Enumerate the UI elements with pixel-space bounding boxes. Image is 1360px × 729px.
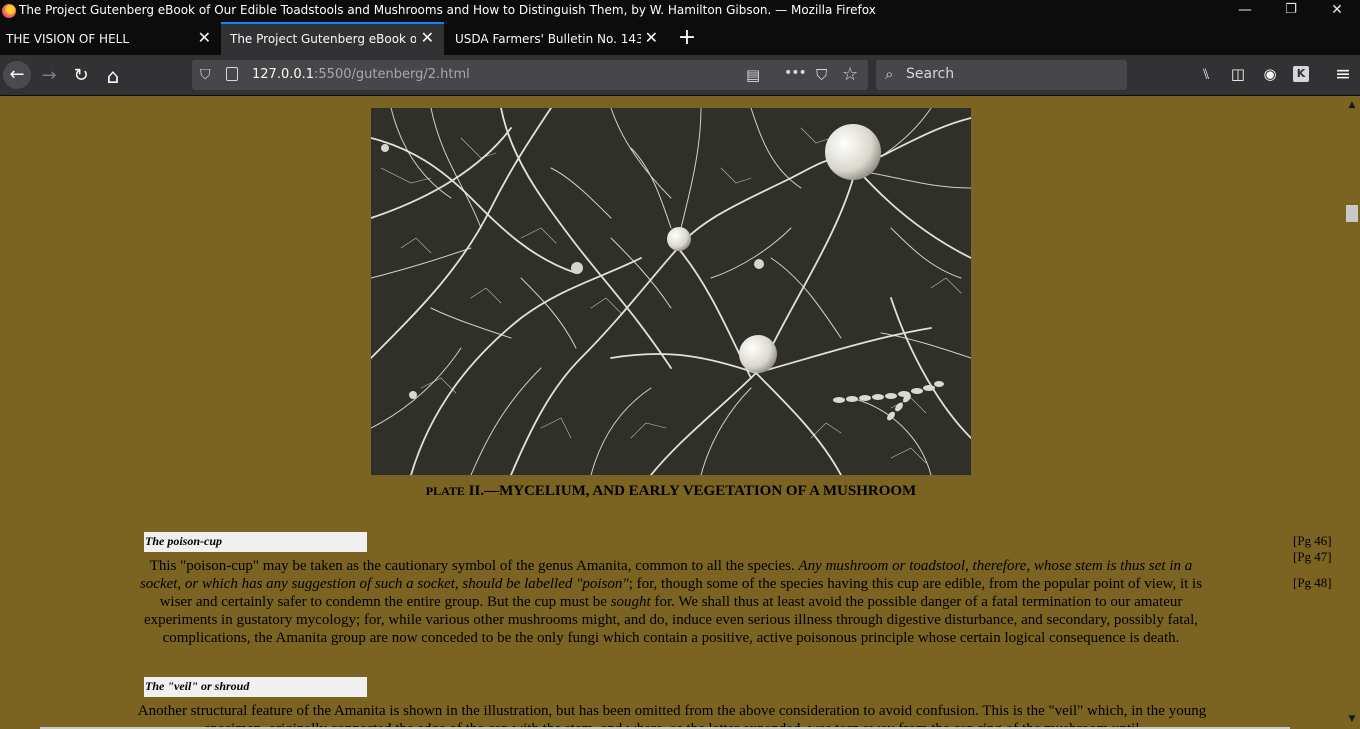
tab-label: USDA Farmers' Bulletin No. 1438: M: [455, 32, 641, 46]
pocket-icon[interactable]: ⛉: [816, 66, 827, 84]
url-bar[interactable]: ⛉ 127.0.0.1:5500/gutenberg/2.html ▤ ••• …: [192, 60, 868, 90]
page-actions-icon[interactable]: •••: [784, 65, 807, 81]
window-title: The Project Gutenberg eBook of Our Edibl…: [19, 3, 876, 17]
url-path: :5500/gutenberg/2.html: [314, 67, 470, 82]
sidenote-poison-cup: The poison-cup: [144, 532, 367, 552]
mushroom-button-large: [825, 124, 881, 180]
page-content: Plate II.—MYCELIUM, AND EARLY VEGETATION…: [0, 97, 1344, 729]
page-info-icon[interactable]: [226, 67, 238, 81]
home-button[interactable]: ⌂: [100, 63, 126, 89]
bookmark-star-icon[interactable]: ☆: [842, 64, 858, 85]
mushroom-button-medium: [739, 335, 777, 373]
firefox-logo-icon: [2, 4, 16, 18]
account-icon[interactable]: ◉: [1259, 65, 1281, 83]
tab-vision-of-hell[interactable]: THE VISION OF HELL ✕: [0, 22, 221, 55]
tab-gutenberg-mushrooms[interactable]: The Project Gutenberg eBook of Ou ✕: [221, 22, 444, 55]
tab-label: THE VISION OF HELL: [6, 32, 130, 46]
page-number-47[interactable]: [Pg 47]: [1293, 549, 1332, 565]
vertical-scrollbar[interactable]: ▲ ▼: [1344, 97, 1360, 729]
navigation-toolbar: ← → ↻ ⌂ ⛉ 127.0.0.1:5500/gutenberg/2.htm…: [0, 55, 1360, 96]
search-input[interactable]: [906, 66, 1116, 82]
sidenote-veil: The "veil" or shroud: [144, 677, 367, 697]
back-button[interactable]: ←: [3, 61, 31, 89]
para1-text-a: This "poison-cup" may be taken as the ca…: [149, 558, 799, 574]
search-bar[interactable]: ⌕: [876, 60, 1127, 90]
reader-view-icon[interactable]: ▤: [746, 66, 760, 84]
window-titlebar: The Project Gutenberg eBook of Our Edibl…: [0, 0, 1360, 22]
new-tab-button[interactable]: +: [673, 22, 701, 55]
sidebar-icon[interactable]: ◫: [1227, 65, 1249, 83]
page-number-46[interactable]: [Pg 46]: [1293, 533, 1332, 549]
restore-button[interactable]: ❐: [1268, 0, 1314, 22]
url-host: 127.0.0.1: [252, 67, 315, 82]
caption-smallcaps: Plate: [425, 484, 465, 498]
search-icon: ⌕: [885, 65, 894, 83]
para1-sought: sought: [610, 594, 651, 610]
forward-button[interactable]: →: [36, 63, 62, 89]
close-window-button[interactable]: ✕: [1314, 0, 1360, 22]
plate-caption: Plate II.—MYCELIUM, AND EARLY VEGETATION…: [0, 483, 1342, 500]
scroll-up-arrow-icon[interactable]: ▲: [1344, 98, 1360, 112]
tab-close-icon[interactable]: ✕: [645, 28, 658, 48]
reload-button[interactable]: ↻: [68, 63, 94, 89]
paragraph-veil: Another structural feature of the Amanit…: [137, 703, 1207, 729]
extension-icon[interactable]: K: [1293, 66, 1309, 82]
scroll-down-arrow-icon[interactable]: ▼: [1344, 712, 1360, 726]
caption-text: II.—MYCELIUM, AND EARLY VEGETATION OF A …: [468, 483, 917, 499]
tab-usda-bulletin[interactable]: USDA Farmers' Bulletin No. 1438: M ✕: [444, 22, 668, 55]
tab-label: The Project Gutenberg eBook of Ou: [230, 32, 416, 46]
mushroom-button-small: [667, 227, 691, 251]
menu-icon[interactable]: ≡: [1332, 63, 1354, 85]
minimize-button[interactable]: —: [1222, 0, 1268, 22]
url-text[interactable]: 127.0.0.1:5500/gutenberg/2.html: [252, 67, 470, 82]
tab-close-icon[interactable]: ✕: [421, 28, 434, 48]
tracking-shield-icon[interactable]: ⛉: [200, 67, 211, 83]
tab-close-icon[interactable]: ✕: [198, 28, 211, 48]
page-number-48[interactable]: [Pg 48]: [1293, 575, 1332, 591]
tab-bar: THE VISION OF HELL ✕ The Project Gutenbe…: [0, 22, 1360, 55]
paragraph-poison-cup: This "poison-cup" may be taken as the ca…: [131, 557, 1211, 647]
scroll-thumb[interactable]: [1346, 205, 1358, 222]
mycelium-illustration: [371, 108, 971, 475]
library-icon[interactable]: ⑊: [1195, 65, 1217, 83]
